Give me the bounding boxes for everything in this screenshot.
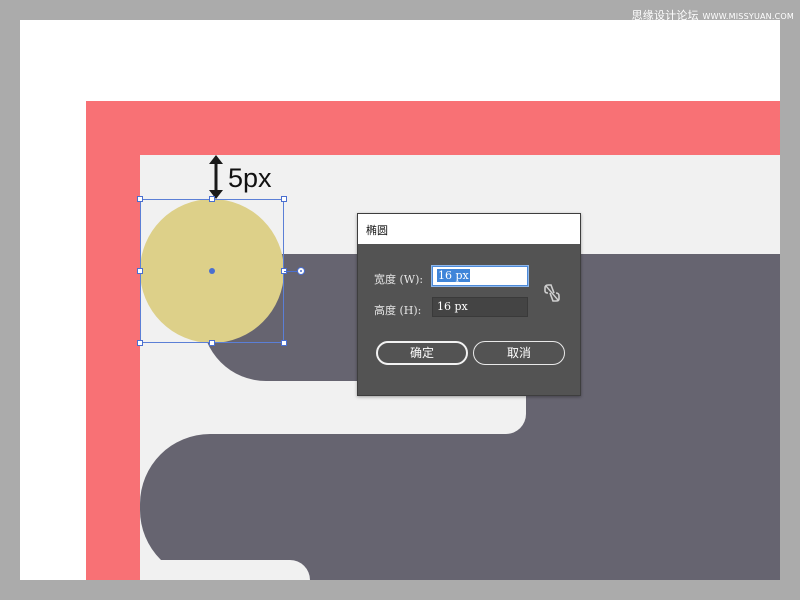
handle-top-right[interactable] bbox=[281, 196, 287, 202]
ellipse-dialog: 椭圆 宽度 (W): 16 px 高度 (H): 16 px 确定 取消 bbox=[357, 213, 581, 396]
handle-bottom-left[interactable] bbox=[137, 340, 143, 346]
illustrator-canvas: 思缘设计论坛 WWW.MISSYUAN.COM 5px 椭圆 宽度 (W): 1… bbox=[0, 0, 800, 600]
height-label: 高度 (H): bbox=[374, 304, 422, 317]
cancel-button[interactable]: 取消 bbox=[473, 341, 565, 365]
center-point-icon bbox=[209, 268, 215, 274]
handle-top-left[interactable] bbox=[137, 196, 143, 202]
width-label: 宽度 (W): bbox=[374, 273, 424, 286]
unlink-chain-icon[interactable] bbox=[542, 282, 562, 304]
handle-top-center[interactable] bbox=[209, 196, 215, 202]
pie-widget-handle[interactable] bbox=[297, 267, 305, 275]
pie-widget-line bbox=[284, 271, 298, 272]
handle-bottom-right[interactable] bbox=[281, 340, 287, 346]
dialog-title: 椭圆 bbox=[366, 224, 388, 237]
width-value: 16 px bbox=[437, 269, 470, 282]
height-input[interactable]: 16 px bbox=[432, 297, 528, 317]
bottom-light-shape bbox=[140, 560, 310, 580]
light-notch-shape bbox=[402, 395, 526, 434]
ok-button[interactable]: 确定 bbox=[376, 341, 468, 365]
height-value: 16 px bbox=[437, 300, 468, 313]
width-input[interactable]: 16 px bbox=[432, 266, 528, 286]
lower-pill-shape bbox=[140, 434, 540, 580]
handle-bottom-center[interactable] bbox=[209, 340, 215, 346]
dimension-label: 5px bbox=[228, 163, 272, 193]
dialog-titlebar[interactable]: 椭圆 bbox=[358, 214, 580, 244]
double-arrow-icon bbox=[209, 155, 223, 199]
handle-middle-left[interactable] bbox=[137, 268, 143, 274]
